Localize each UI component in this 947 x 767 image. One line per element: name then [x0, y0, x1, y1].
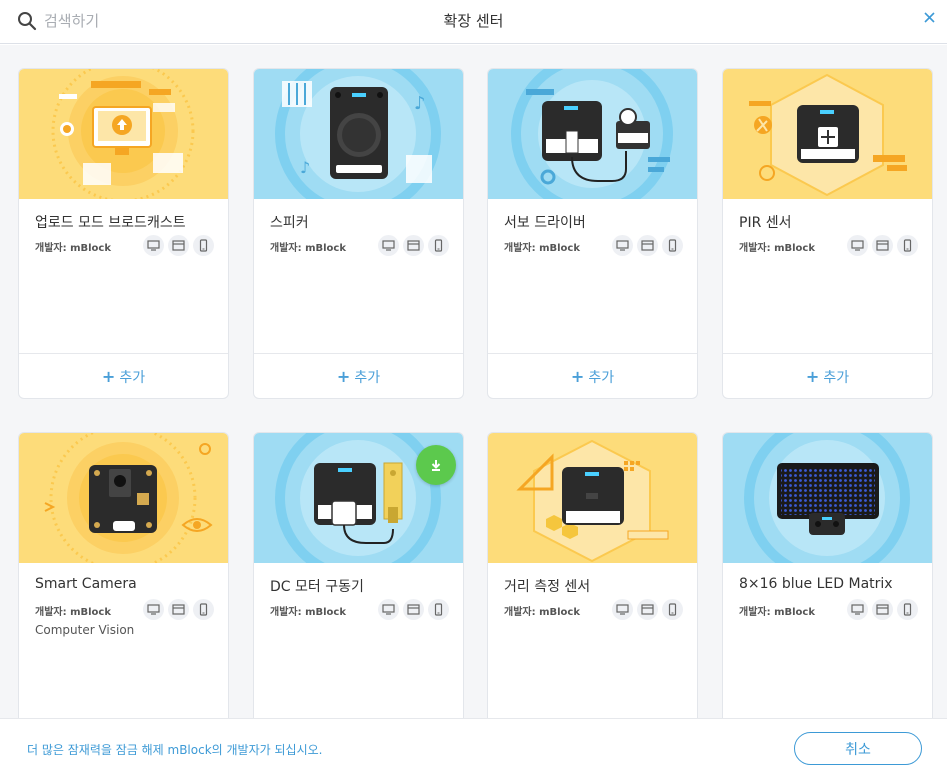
mobile-icon: [193, 599, 214, 620]
browser-icon: [403, 235, 424, 256]
close-icon[interactable]: [921, 9, 939, 27]
mobile-icon: [897, 599, 918, 620]
extension-card[interactable]: 서보 드라이버 개발자: mBlock + 추가: [487, 68, 698, 399]
svg-text:♪: ♪: [414, 93, 426, 114]
mobile-icon: [897, 235, 918, 256]
desktop-icon: [612, 599, 633, 620]
platform-list: [143, 599, 214, 620]
add-label: 추가: [119, 369, 146, 386]
browser-icon: [168, 599, 189, 620]
servo-module-icon: [488, 69, 697, 199]
extension-thumbnail: [19, 433, 228, 563]
extension-card[interactable]: ♪ ♪ 스피커 개발자: mBlock + 추가: [253, 68, 464, 399]
extension-name: Smart Camera: [35, 576, 137, 592]
extension-card[interactable]: 거리 측정 센서 개발자: mBlock: [487, 432, 698, 718]
mobile-icon: [662, 235, 683, 256]
developer-promo-link[interactable]: 더 많은 잠재력을 잠금 해제 mBlock의 개발자가 되십시오.: [27, 741, 322, 758]
plus-icon: +: [336, 367, 351, 386]
add-label: 추가: [588, 369, 615, 386]
extension-developer: 개발자: mBlock: [270, 243, 346, 254]
extension-name: 서보 드라이버: [504, 215, 586, 231]
extension-name: 8×16 blue LED Matrix: [739, 576, 893, 592]
add-button[interactable]: + 추가: [488, 353, 697, 398]
monitor-upload-icon: [19, 69, 228, 199]
browser-icon: [872, 599, 893, 620]
mobile-icon: [428, 235, 449, 256]
platform-list: [143, 235, 214, 256]
extension-grid: 업로드 모드 브로드캐스트 개발자: mBlock + 추가 ♪ ♪ 스피커 개…: [0, 45, 947, 718]
add-label: 추가: [823, 369, 850, 386]
extension-developer: 개발자: mBlock: [504, 243, 580, 254]
download-icon: [431, 460, 441, 471]
plus-icon: +: [805, 367, 820, 386]
page-title: 확장 센터: [443, 12, 504, 30]
desktop-icon: [847, 599, 868, 620]
add-button[interactable]: + 추가: [254, 353, 463, 398]
extension-developer: 개발자: mBlock: [270, 607, 346, 618]
footer-bar: 더 많은 잠재력을 잠금 해제 mBlock의 개발자가 되십시오. 취소: [0, 718, 947, 767]
extension-developer: 개발자: mBlock: [35, 607, 111, 618]
plus-icon: +: [570, 367, 585, 386]
extension-name: 스피커: [270, 215, 309, 231]
platform-list: [612, 599, 683, 620]
browser-icon: [872, 235, 893, 256]
browser-icon: [403, 599, 424, 620]
download-button[interactable]: [416, 445, 456, 485]
extension-developer: 개발자: mBlock: [739, 607, 815, 618]
extension-card[interactable]: 업로드 모드 브로드캐스트 개발자: mBlock + 추가: [18, 68, 229, 399]
extension-card[interactable]: PIR 센서 개발자: mBlock + 추가: [722, 68, 933, 399]
header: 확장 센터: [0, 0, 947, 44]
extension-name: 거리 측정 센서: [504, 579, 591, 595]
browser-icon: [168, 235, 189, 256]
platform-list: [378, 599, 449, 620]
add-button[interactable]: + 추가: [723, 353, 932, 398]
speaker-module-icon: ♪ ♪: [254, 69, 463, 199]
extension-name: 업로드 모드 브로드캐스트: [35, 215, 186, 231]
desktop-icon: [847, 235, 868, 256]
platform-list: [612, 235, 683, 256]
platform-list: [847, 235, 918, 256]
plus-icon: +: [101, 367, 116, 386]
ranging-module-icon: [488, 433, 697, 563]
mobile-icon: [662, 599, 683, 620]
extension-developer: 개발자: mBlock: [504, 607, 580, 618]
extension-thumbnail: ♪ ♪: [254, 69, 463, 199]
mobile-icon: [428, 599, 449, 620]
add-button[interactable]: + 추가: [19, 353, 228, 398]
extension-thumbnail: [723, 69, 932, 199]
pir-module-icon: [723, 69, 932, 199]
platform-list: [378, 235, 449, 256]
extension-developer: 개발자: mBlock: [739, 243, 815, 254]
extension-name: DC 모터 구동기: [270, 579, 364, 595]
desktop-icon: [378, 235, 399, 256]
mobile-icon: [193, 235, 214, 256]
platform-list: [847, 599, 918, 620]
led-matrix-icon: [723, 433, 932, 563]
extension-description: Computer Vision: [35, 623, 135, 637]
browser-icon: [637, 599, 658, 620]
browser-icon: [637, 235, 658, 256]
extension-developer: 개발자: mBlock: [35, 243, 111, 254]
extension-name: PIR 센서: [739, 215, 792, 231]
extension-card[interactable]: 8×16 blue LED Matrix 개발자: mBlock: [722, 432, 933, 718]
extension-thumbnail: [488, 69, 697, 199]
extension-thumbnail: [488, 433, 697, 563]
desktop-icon: [378, 599, 399, 620]
desktop-icon: [143, 599, 164, 620]
desktop-icon: [143, 235, 164, 256]
add-label: 추가: [354, 369, 381, 386]
extension-card[interactable]: Smart Camera 개발자: mBlock Computer Vision: [18, 432, 229, 718]
extension-thumbnail: [723, 433, 932, 563]
svg-text:♪: ♪: [300, 158, 310, 177]
desktop-icon: [612, 235, 633, 256]
cancel-button[interactable]: 취소: [794, 732, 922, 765]
extension-card[interactable]: DC 모터 구동기 개발자: mBlock: [253, 432, 464, 718]
camera-board-icon: [19, 433, 228, 563]
extension-thumbnail: [19, 69, 228, 199]
